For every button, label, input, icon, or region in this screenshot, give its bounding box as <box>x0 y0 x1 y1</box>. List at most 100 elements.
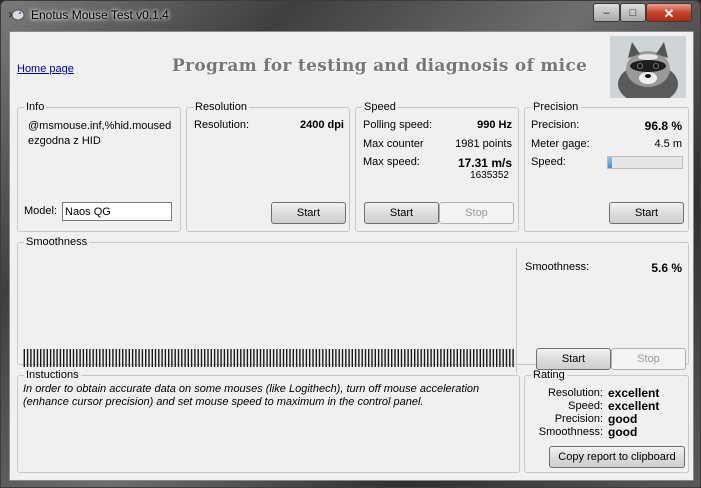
model-input[interactable] <box>62 202 172 221</box>
precision-speed-progress <box>607 156 683 169</box>
smoothness-bar <box>125 349 127 367</box>
smoothness-bar <box>482 349 485 367</box>
maximize-button[interactable]: □ <box>620 3 646 22</box>
smoothness-bar <box>394 349 396 367</box>
speed-stop-button[interactable]: Stop <box>439 202 514 224</box>
smoothness-bar <box>164 349 167 367</box>
rating-speed-label: Speed: <box>568 400 603 412</box>
smoothness-bar <box>115 349 117 367</box>
smoothness-bar <box>246 349 249 367</box>
smoothness-graph <box>18 248 517 373</box>
smoothness-bar <box>243 349 245 367</box>
resolution-label: Resolution: <box>194 119 250 131</box>
smoothness-bar <box>76 349 78 367</box>
smoothness-bar <box>99 349 101 367</box>
smoothness-bar <box>335 349 337 367</box>
smoothness-bar <box>309 349 311 367</box>
smoothness-bar <box>345 349 347 367</box>
rating-smoothness-label: Smoothness: <box>538 426 603 438</box>
smoothness-bar <box>423 349 426 367</box>
home-page-link[interactable]: Home page <box>17 63 74 75</box>
info-legend: Info <box>26 101 45 113</box>
info-group: Info @msmouse.inf,%hid.mousedezgodna z H… <box>17 101 181 232</box>
smoothness-bar <box>374 349 376 367</box>
smoothness-legend: Smoothness <box>26 236 88 248</box>
smoothness-bar <box>43 349 45 367</box>
smoothness-bar <box>174 349 176 367</box>
smoothness-bar <box>253 349 255 367</box>
smoothness-bar <box>433 349 435 367</box>
smoothness-bar <box>30 349 32 367</box>
max-speed-value: 17.31 m/s <box>457 156 512 170</box>
smoothness-bar <box>364 349 367 367</box>
smoothness-bar <box>145 349 147 367</box>
speed-start-button[interactable]: Start <box>364 202 439 224</box>
copy-report-button[interactable]: Copy report to clipboard <box>549 446 685 468</box>
smoothness-bar <box>387 349 390 367</box>
rating-resolution-label: Resolution: <box>547 387 603 399</box>
smoothness-stop-button[interactable]: Stop <box>611 348 686 370</box>
smoothness-bar <box>108 349 111 367</box>
smoothness-bar <box>348 349 350 367</box>
smoothness-bar <box>158 349 160 367</box>
smoothness-bar <box>105 349 107 367</box>
smoothness-bar <box>122 349 124 367</box>
smoothness-bar <box>118 349 121 367</box>
smoothness-bar <box>151 349 153 367</box>
smoothness-bar <box>384 349 386 367</box>
precision-value: 96.8 % <box>644 119 682 133</box>
smoothness-bar <box>269 349 271 367</box>
smoothness-bars <box>23 349 514 367</box>
close-button[interactable]: ✕ <box>646 3 692 22</box>
client-area: Home page Program for testing and diagno… <box>9 31 694 481</box>
precision-group: Precision Precision: 96.8 % Meter gage: … <box>524 101 689 232</box>
smoothness-bar <box>453 349 455 367</box>
smoothness-bar <box>233 349 235 367</box>
smoothness-bar <box>102 349 104 367</box>
smoothness-bar <box>223 349 226 367</box>
smoothness-bar <box>69 349 71 367</box>
smoothness-bar <box>23 349 25 367</box>
precision-start-button[interactable]: Start <box>609 202 684 224</box>
smoothness-bar <box>354 349 357 367</box>
smoothness-bar <box>263 349 265 367</box>
minimize-button[interactable]: – <box>593 3 620 22</box>
smoothness-bar <box>450 349 452 367</box>
smoothness-bar <box>489 349 491 367</box>
raccoon-photo-icon <box>610 36 686 98</box>
mouse-app-icon <box>9 9 25 21</box>
smoothness-bar <box>476 349 478 367</box>
smoothness-bar <box>36 349 39 367</box>
smoothness-bar <box>86 349 88 367</box>
smoothness-bar <box>502 349 504 367</box>
instructions-legend: Instuctions <box>26 369 79 381</box>
title-bar[interactable]: Enotus Mouse Test v0.1.4 – □ ✕ <box>1 1 700 29</box>
smoothness-bar <box>509 349 511 367</box>
resolution-start-button[interactable]: Start <box>271 202 346 224</box>
smoothness-start-button[interactable]: Start <box>536 348 611 370</box>
smoothness-bar <box>63 349 65 367</box>
smoothness-bar <box>154 349 157 367</box>
precision-speed-progress-fill <box>608 157 613 168</box>
smoothness-bar <box>473 349 475 367</box>
smoothness-bar <box>79 349 81 367</box>
smoothness-bar <box>210 349 212 367</box>
smoothness-bar <box>404 349 406 367</box>
smoothness-bar <box>377 349 380 367</box>
rating-speed-value: excellent <box>608 399 660 413</box>
smoothness-bar <box>240 349 242 367</box>
smoothness-bar <box>250 349 252 367</box>
smoothness-bar <box>49 349 52 367</box>
smoothness-bar <box>512 349 514 367</box>
smoothness-bar <box>305 349 308 367</box>
smoothness-bar <box>53 349 55 367</box>
smoothness-bar <box>466 349 468 367</box>
rating-precision-label: Precision: <box>554 413 603 425</box>
smoothness-bar <box>72 349 75 367</box>
smoothness-bar <box>469 349 472 367</box>
smoothness-bar <box>204 349 206 367</box>
smoothness-bar <box>479 349 481 367</box>
smoothness-bar <box>325 349 327 367</box>
smoothness-bar <box>299 349 301 367</box>
instructions-group: Instuctions In order to obtain accurate … <box>17 369 520 473</box>
